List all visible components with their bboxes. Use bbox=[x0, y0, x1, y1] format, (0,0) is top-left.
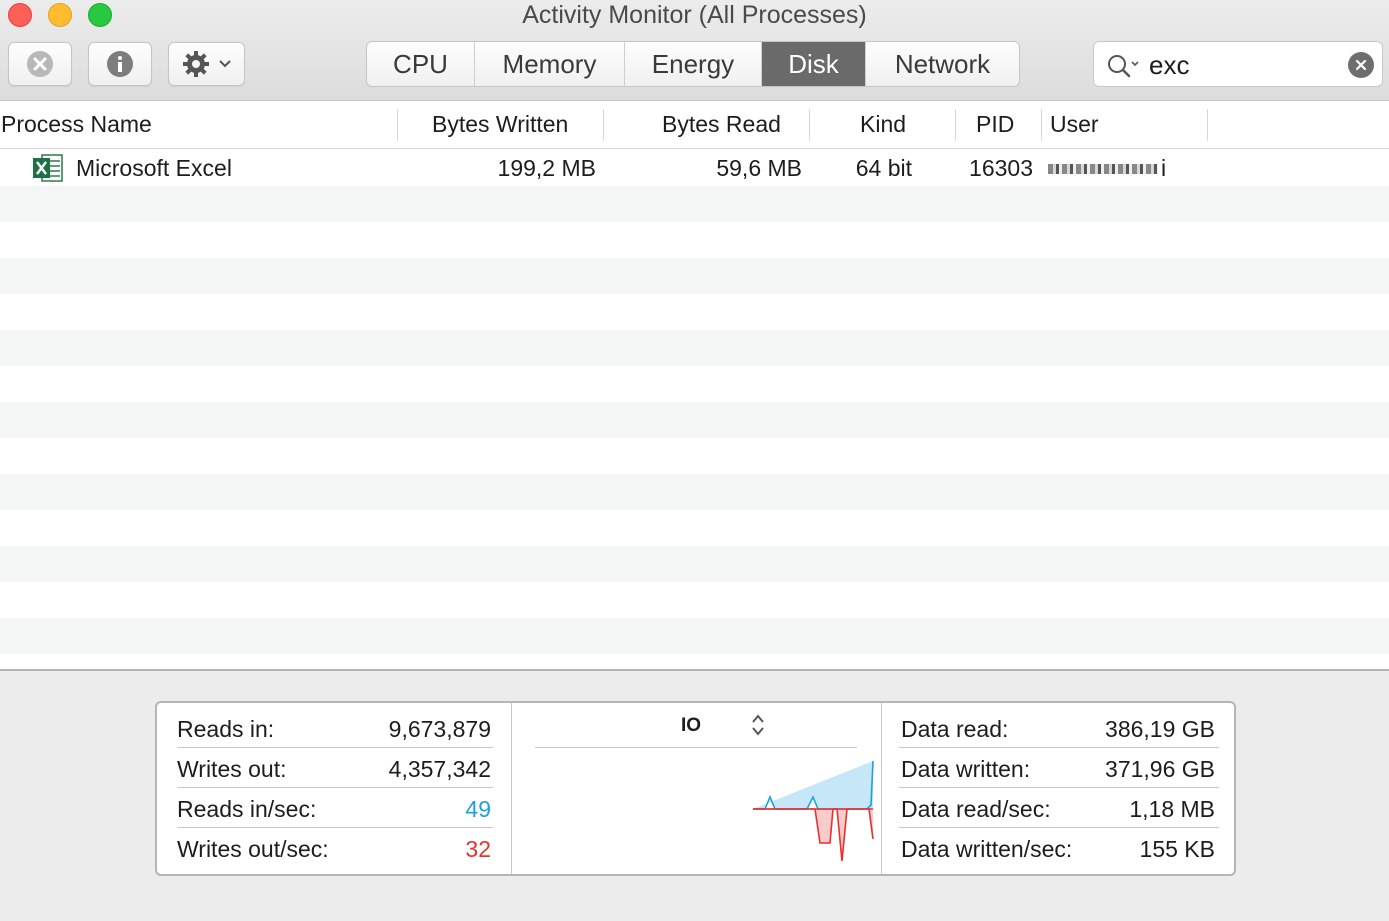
stat-label: Writes out/sec: bbox=[177, 836, 329, 862]
empty-row bbox=[0, 474, 1389, 510]
empty-row bbox=[0, 330, 1389, 366]
empty-row bbox=[0, 186, 1389, 222]
kind: 64 bit bbox=[855, 155, 912, 181]
stat-value: 1,18 MB bbox=[1129, 796, 1215, 822]
empty-row bbox=[0, 402, 1389, 438]
empty-row bbox=[0, 546, 1389, 582]
tab-energy[interactable]: Energy bbox=[625, 42, 762, 86]
up-down-chevron-icon bbox=[752, 714, 764, 736]
search-field[interactable]: exc bbox=[1093, 41, 1383, 87]
stat-label: Data read/sec: bbox=[901, 796, 1051, 822]
column-pid[interactable]: PID bbox=[976, 101, 1014, 149]
stat-label: Writes out: bbox=[177, 756, 287, 782]
tab-disk[interactable]: Disk bbox=[762, 42, 866, 86]
empty-row bbox=[0, 654, 1389, 670]
column-divider[interactable] bbox=[1207, 109, 1208, 141]
empty-row bbox=[0, 582, 1389, 618]
stat-value: 386,19 GB bbox=[1105, 716, 1215, 742]
info-icon bbox=[107, 51, 133, 77]
footer: Reads in: 9,673,879 Writes out: 4,357,34… bbox=[0, 671, 1389, 921]
divider bbox=[899, 787, 1219, 788]
empty-row bbox=[0, 222, 1389, 258]
column-divider[interactable] bbox=[1041, 109, 1042, 141]
empty-row bbox=[0, 618, 1389, 654]
stop-process-button[interactable] bbox=[8, 42, 72, 86]
io-graph bbox=[753, 760, 874, 862]
empty-row bbox=[0, 438, 1389, 474]
divider bbox=[899, 827, 1219, 828]
stat-label: Data written/sec: bbox=[901, 836, 1073, 862]
view-tabs: CPU Memory Energy Disk Network bbox=[366, 41, 1020, 87]
column-divider[interactable] bbox=[397, 109, 398, 141]
search-input[interactable]: exc bbox=[1149, 42, 1189, 88]
stat-data-read-sec: Data read/sec: 1,18 MB bbox=[901, 789, 1215, 829]
empty-row bbox=[0, 510, 1389, 546]
action-menu-button[interactable] bbox=[168, 42, 245, 86]
stat-label: Data written: bbox=[901, 756, 1031, 782]
stat-reads-in-sec: Reads in/sec: 49 bbox=[177, 789, 491, 829]
column-bytes-read[interactable]: Bytes Read bbox=[662, 101, 781, 149]
column-divider[interactable] bbox=[955, 109, 956, 141]
stat-label: Reads in: bbox=[177, 716, 275, 742]
divider bbox=[177, 747, 493, 748]
table-row[interactable]: Microsoft Excel 199,2 MB 59,6 MB 64 bit … bbox=[0, 150, 1389, 186]
column-divider[interactable] bbox=[809, 109, 810, 141]
empty-row bbox=[0, 294, 1389, 330]
column-kind[interactable]: Kind bbox=[860, 101, 906, 149]
process-name: Microsoft Excel bbox=[76, 155, 232, 181]
user-redacted bbox=[1048, 164, 1158, 174]
process-list: Microsoft Excel 199,2 MB 59,6 MB 64 bit … bbox=[0, 150, 1389, 670]
column-process-name[interactable]: Process Name bbox=[1, 101, 152, 149]
stat-value: 49 bbox=[465, 796, 491, 822]
close-icon bbox=[1355, 59, 1367, 71]
stat-value: 32 bbox=[465, 836, 491, 862]
gear-icon bbox=[182, 51, 209, 77]
bytes-read: 59,6 MB bbox=[716, 155, 802, 181]
window-title: Activity Monitor (All Processes) bbox=[522, 1, 867, 29]
tab-cpu[interactable]: CPU bbox=[367, 42, 475, 86]
inspect-process-button[interactable] bbox=[88, 42, 152, 86]
bytes-written: 199,2 MB bbox=[497, 155, 596, 181]
stat-value: 4,357,342 bbox=[388, 756, 491, 782]
pid: 16303 bbox=[969, 155, 1033, 181]
divider bbox=[881, 703, 882, 874]
stat-reads-in: Reads in: 9,673,879 bbox=[177, 709, 491, 749]
stat-value: 155 KB bbox=[1139, 836, 1215, 862]
toolbar: Activity Monitor (All Processes) CPU Mem… bbox=[0, 0, 1389, 101]
divider bbox=[177, 787, 493, 788]
empty-row bbox=[0, 366, 1389, 402]
stat-writes-out: Writes out: 4,357,342 bbox=[177, 749, 491, 789]
excel-icon bbox=[33, 154, 63, 182]
stat-data-written-sec: Data written/sec: 155 KB bbox=[901, 829, 1215, 869]
empty-row bbox=[0, 258, 1389, 294]
stat-value: 9,673,879 bbox=[388, 716, 491, 742]
column-bytes-written[interactable]: Bytes Written bbox=[432, 101, 568, 149]
stat-value: 371,96 GB bbox=[1105, 756, 1215, 782]
divider bbox=[899, 747, 1219, 748]
stat-label: Data read: bbox=[901, 716, 1009, 742]
search-icon bbox=[1108, 55, 1139, 78]
activity-monitor-window: Activity Monitor (All Processes) CPU Mem… bbox=[0, 0, 1389, 921]
stat-writes-out-sec: Writes out/sec: 32 bbox=[177, 829, 491, 869]
stat-label: Reads in/sec: bbox=[177, 796, 317, 822]
stat-data-written: Data written: 371,96 GB bbox=[901, 749, 1215, 789]
stat-data-read: Data read: 386,19 GB bbox=[901, 709, 1215, 749]
divider bbox=[177, 827, 493, 828]
column-user[interactable]: User bbox=[1050, 101, 1099, 149]
disk-summary-panel: Reads in: 9,673,879 Writes out: 4,357,34… bbox=[155, 701, 1236, 876]
clear-search-button[interactable] bbox=[1348, 52, 1374, 78]
tab-network[interactable]: Network bbox=[866, 42, 1019, 86]
user: i bbox=[1161, 155, 1167, 181]
stop-process-icon bbox=[27, 51, 53, 77]
table-header: Process Name Bytes Written Bytes Read Ki… bbox=[0, 101, 1389, 149]
column-divider[interactable] bbox=[603, 109, 604, 141]
tab-memory[interactable]: Memory bbox=[475, 42, 625, 86]
divider bbox=[511, 703, 512, 874]
graph-mode-label: IO bbox=[681, 715, 702, 736]
chevron-down-icon bbox=[218, 60, 231, 68]
divider bbox=[535, 747, 857, 748]
graph-mode-selector[interactable]: IO bbox=[535, 703, 857, 747]
